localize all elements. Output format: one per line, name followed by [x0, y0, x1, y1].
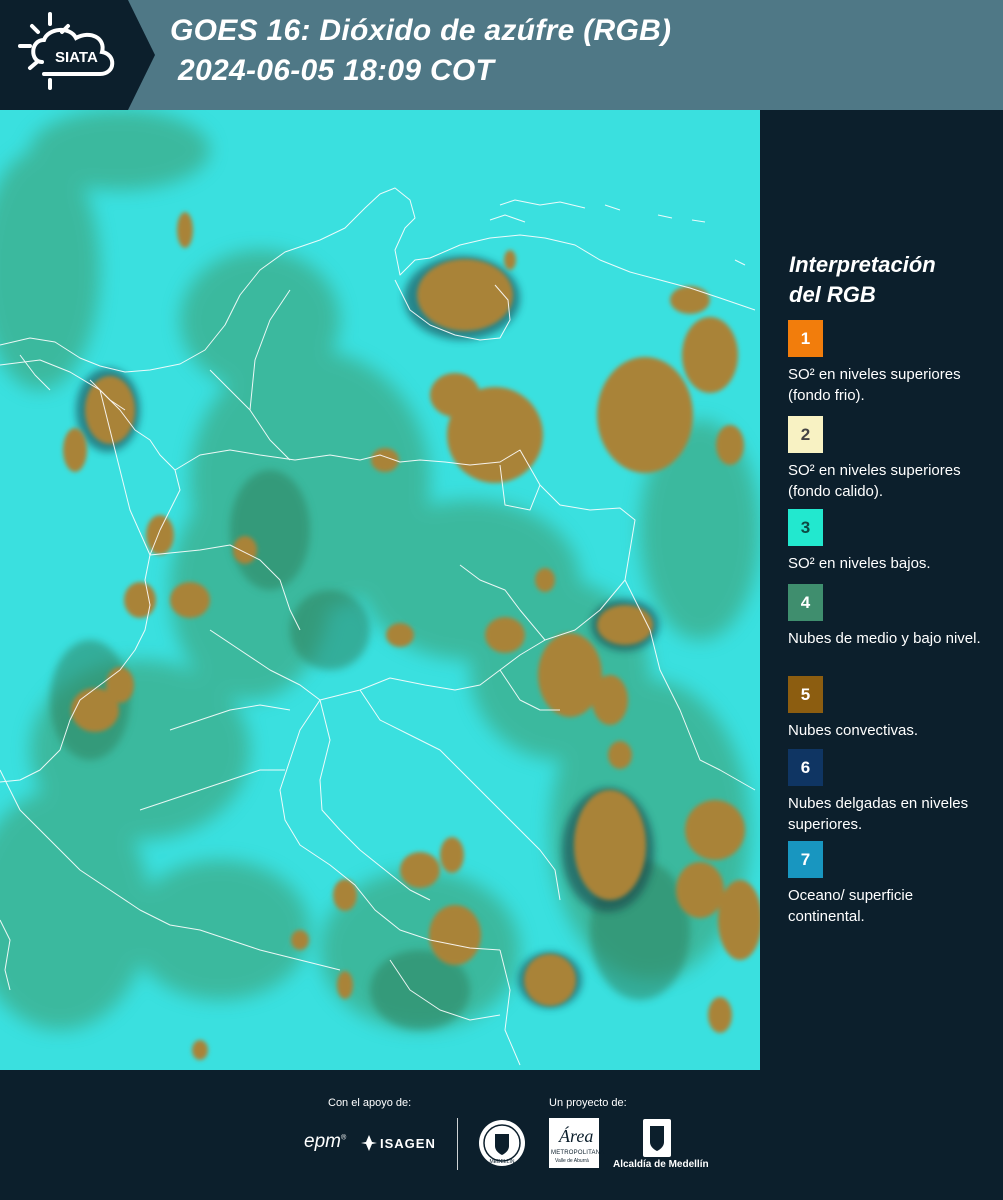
isagen-logo: ISAGEN	[380, 1136, 436, 1151]
legend-swatch-2: 2	[788, 416, 823, 453]
epm-logo-text: epm	[304, 1131, 341, 1152]
area-logo-sub2: Valle de Aburrá	[555, 1158, 589, 1164]
area-logo-name: Área	[559, 1126, 594, 1146]
footer-sponsors: Con el apoyo de: Un proyecto de: epm® IS…	[0, 1070, 1003, 1200]
area-logo-sub1: METROPOLITANA	[551, 1150, 605, 1156]
medellin-seal-icon: MEDELLÍN	[479, 1120, 525, 1166]
legend-swatch-7: 7	[788, 841, 823, 878]
legend-label-3: SO² en niveles bajos.	[788, 555, 931, 572]
legend-item-6: 6 Nubes delgadas en niveles superiores.	[788, 749, 988, 835]
alcaldia-shield-icon	[643, 1119, 671, 1157]
legend-label-6: Nubes delgadas en niveles superiores.	[788, 795, 969, 833]
legend-label-2: SO² en niveles superiores (fondo calido)…	[788, 462, 961, 500]
legend-item-7: 7 Oceano/ superficie continental.	[788, 841, 988, 927]
project-label: Un proyecto de:	[549, 1097, 627, 1109]
page-title: GOES 16: Dióxido de azúfre (RGB)	[170, 14, 672, 47]
legend-item-2: 2 SO² en niveles superiores (fondo calid…	[788, 416, 988, 502]
seal-text: MEDELLÍN	[489, 1158, 514, 1165]
alcaldia-logo: Alcaldía de Medellín	[613, 1159, 709, 1170]
siata-logo-text: SIATA	[55, 49, 98, 66]
legend-item-4: 4 Nubes de medio y bajo nivel.	[788, 584, 988, 649]
epm-logo: epm®	[304, 1131, 347, 1152]
legend-title-line1: Interpretación	[789, 252, 936, 277]
page-timestamp: 2024-06-05 18:09 COT	[178, 54, 495, 87]
legend-panel: Interpretación del RGB 1 SO² en niveles …	[760, 110, 1003, 1070]
legend-label-5: Nubes convectivas.	[788, 722, 919, 739]
area-metropolitana-logo: Área METROPOLITANA Valle de Aburrá	[549, 1118, 604, 1168]
footer-divider	[457, 1118, 458, 1170]
legend-label-1: SO² en niveles superiores (fondo frio).	[788, 366, 961, 404]
legend-item-1: 1 SO² en niveles superiores (fondo frio)…	[788, 320, 988, 406]
header-bar: SIATA GOES 16: Dióxido de azúfre (RGB) 2…	[0, 0, 1003, 110]
legend-title-line2: del RGB	[789, 282, 876, 307]
legend-label-7: Oceano/ superficie continental.	[788, 887, 914, 925]
satellite-map	[0, 110, 760, 1070]
legend-item-3: 3 SO² en niveles bajos.	[788, 509, 988, 574]
legend-item-5: 5 Nubes convectivas.	[788, 676, 988, 741]
legend-swatch-3: 3	[788, 509, 823, 546]
siata-logo: SIATA	[0, 0, 155, 110]
legend-label-4: Nubes de medio y bajo nivel.	[788, 630, 981, 647]
legend-swatch-1: 1	[788, 320, 823, 357]
support-label: Con el apoyo de:	[328, 1097, 412, 1109]
isagen-icon	[361, 1135, 377, 1151]
legend-swatch-6: 6	[788, 749, 823, 786]
legend-swatch-4: 4	[788, 584, 823, 621]
satellite-image	[0, 110, 760, 1070]
legend-title: Interpretación del RGB	[789, 250, 989, 310]
legend-swatch-5: 5	[788, 676, 823, 713]
